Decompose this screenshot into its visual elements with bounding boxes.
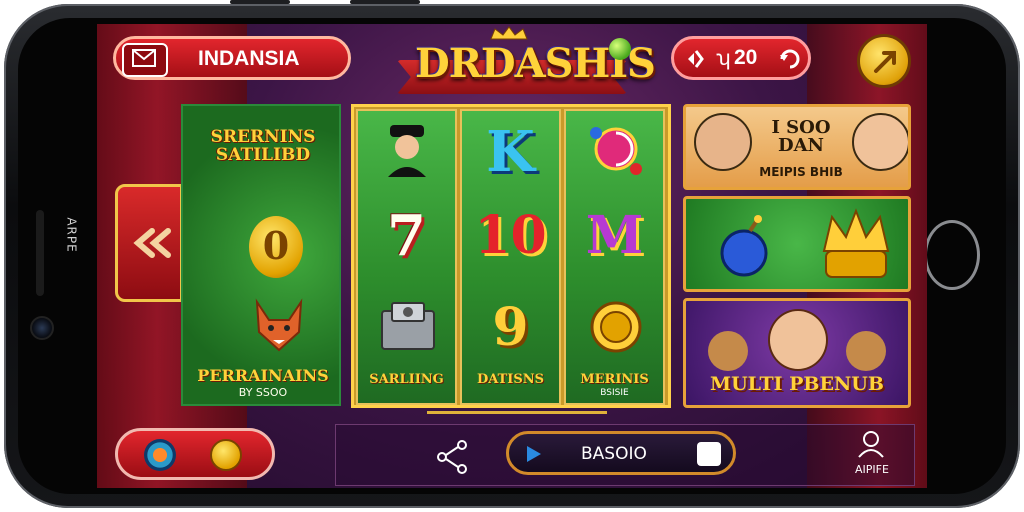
share-icon[interactable]: [434, 439, 470, 475]
earpiece-speaker: [36, 210, 44, 296]
reel-1-symbol-7: 7: [387, 203, 426, 269]
dog-right-icon: [846, 331, 886, 371]
crown-chest-icon: [822, 208, 890, 278]
profile-label: AIPIFE: [855, 463, 889, 476]
player-avatar-right: [852, 113, 908, 171]
reel-1[interactable]: 7 SARLIING: [356, 109, 457, 405]
coin-value: 20: [734, 46, 758, 69]
promo-card-multi[interactable]: MULTI PBENUB: [683, 298, 911, 408]
promo-card-bonus[interactable]: [683, 196, 911, 292]
coin-balance[interactable]: ʮ 20: [671, 36, 811, 80]
reel-3-subcaption: BSISIE: [600, 388, 629, 398]
device-label: ARPE: [64, 217, 79, 253]
promo-card-left[interactable]: SRERNINS SATILIBD 0 PERRAINAINS BY SSOO: [181, 104, 341, 406]
reel-2-symbol-10: 10: [474, 205, 547, 266]
reel-2-symbol-k: K: [486, 119, 535, 185]
slot-reels: 7 SARLIING K 10 9 DATISNS M MERINIS BSIS…: [351, 104, 671, 408]
players-card-title: I SOO DAN: [771, 117, 831, 156]
promo-title: SRERNINS SATILIBD: [210, 127, 316, 165]
dice-icon: [697, 442, 721, 466]
candy-icon: [590, 127, 642, 175]
play-icon: [527, 446, 541, 462]
coin-label: ʮ: [716, 47, 731, 70]
reel-underline: [427, 411, 607, 414]
slot-machine-icon: [381, 302, 435, 350]
reel-3-symbol-m: M: [585, 205, 644, 266]
volume-button: [230, 0, 290, 4]
play-label: BASOIO: [581, 444, 647, 464]
dog-left-icon: [708, 331, 748, 371]
game-logo: DRDASHIS: [397, 26, 656, 102]
refresh-icon[interactable]: [778, 47, 802, 71]
gold-zero-symbol: 0: [249, 216, 303, 278]
gold-coin-icon: [590, 301, 642, 353]
game-screen: INDANSIA DRDASHIS ʮ 20 SRERNINS SATILIBD…: [97, 24, 927, 488]
play-button[interactable]: BASOIO: [506, 431, 736, 475]
front-camera: [30, 316, 54, 340]
reel-3-caption: MERINIS: [580, 372, 649, 387]
arrow-icon: [874, 51, 896, 73]
promo-bottom-title: PERRAINAINS: [197, 366, 329, 385]
players-card-subtitle: MEIPIS BHIB: [759, 165, 843, 179]
bottom-bar: BASOIO AIPIFE: [111, 424, 915, 486]
mail-button[interactable]: [122, 43, 168, 77]
region-label: INDANSIA: [198, 47, 300, 70]
home-button[interactable]: [924, 220, 980, 290]
coin-button-icon[interactable]: [210, 439, 242, 471]
gem-icon: [609, 38, 631, 60]
promo-bottom-subtitle: BY SSOO: [238, 386, 288, 399]
bomb-icon: [720, 215, 768, 277]
coin-icon: [688, 50, 704, 68]
reel-2[interactable]: K 10 9 DATISNS: [460, 109, 561, 405]
power-button: [350, 0, 420, 4]
profile-icon[interactable]: [856, 429, 886, 459]
portrait-icon: [388, 125, 426, 177]
reel-3[interactable]: M MERINIS BSISIE: [564, 109, 665, 405]
double-chevron-left-icon: [133, 228, 171, 258]
reel-2-symbol-9: 9: [492, 297, 529, 358]
crown-icon: [490, 26, 528, 40]
fox-mascot-icon: [255, 298, 303, 352]
back-button[interactable]: [115, 184, 183, 302]
reel-2-caption: DATISNS: [476, 372, 545, 387]
mail-icon: [132, 49, 156, 67]
region-button[interactable]: INDANSIA: [113, 36, 351, 80]
multi-card-title: MULTI PBENUB: [710, 373, 884, 395]
bottom-panel: BASOIO AIPIFE: [335, 424, 915, 486]
wheel-icon[interactable]: [144, 439, 176, 471]
reel-1-caption: SARLIING: [369, 372, 444, 387]
player-avatar-left: [694, 113, 752, 171]
next-button[interactable]: [857, 34, 911, 88]
bottom-left-pill[interactable]: [115, 428, 275, 480]
promo-card-players[interactable]: I SOO DAN MEIPIS BHIB: [683, 104, 911, 190]
child-avatar: [768, 309, 828, 371]
